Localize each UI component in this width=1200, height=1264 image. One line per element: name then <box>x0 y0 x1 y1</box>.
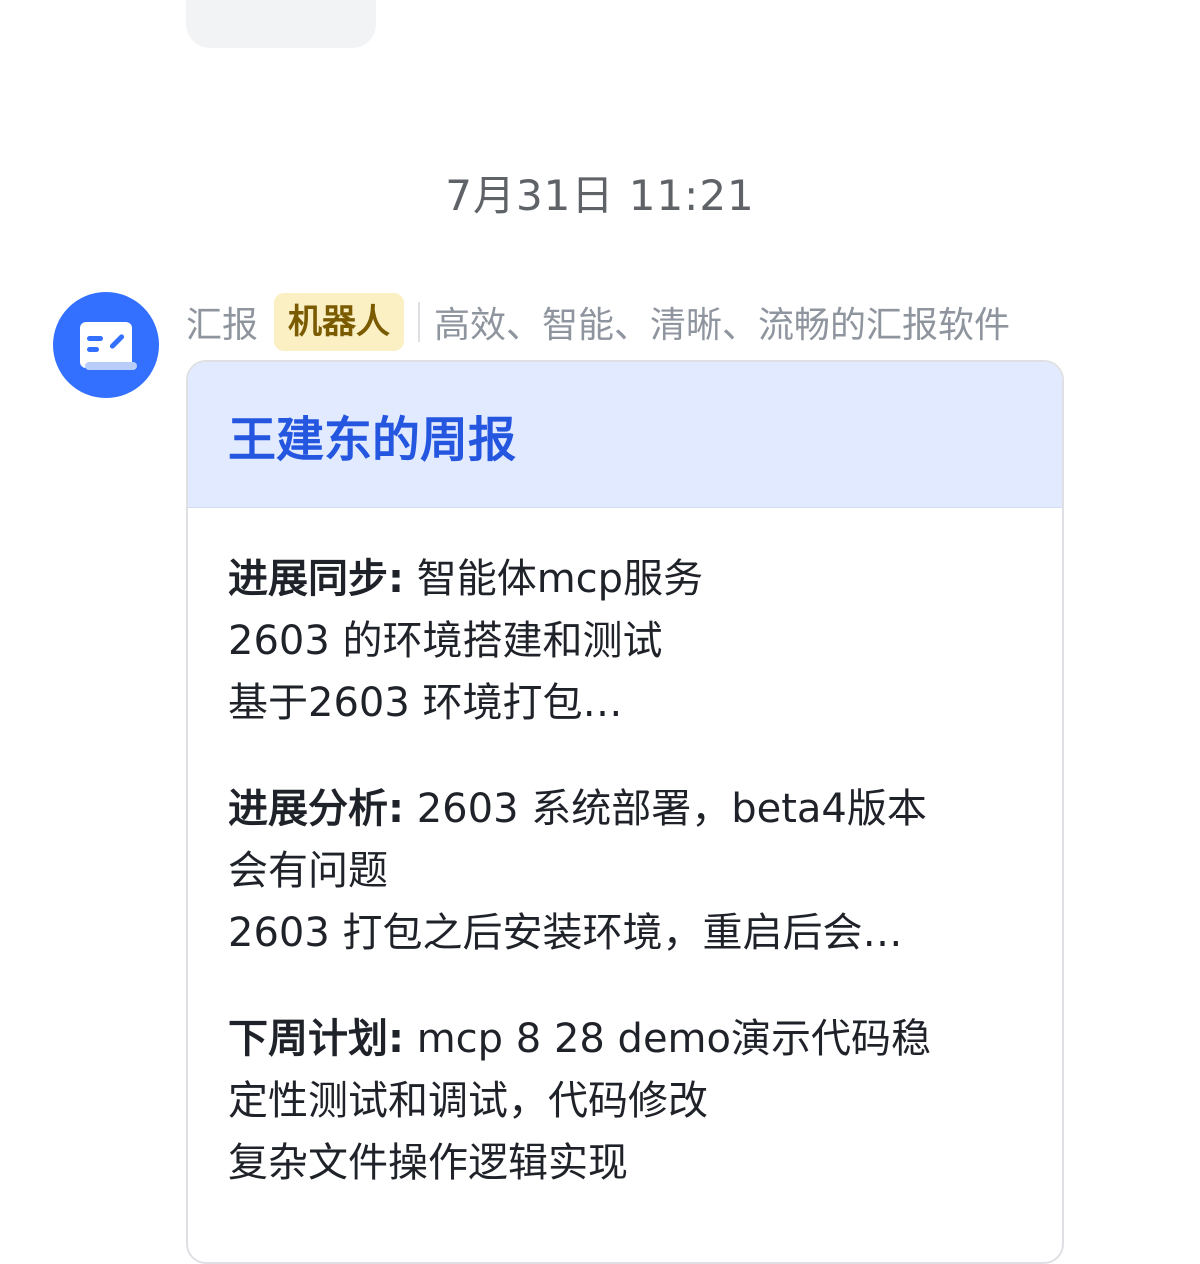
section-text: mcp 8 28 demo演示代码稳 <box>416 1016 931 1062</box>
sender-info: 汇报 机器人 高效、智能、清晰、流畅的汇报软件 <box>186 292 1010 352</box>
section-text: 2603 打包之后安装环境，重启后会… <box>228 910 903 956</box>
section-label: 下周计划: <box>228 1016 404 1062</box>
section-line: 进展分析: 2603 系统部署，beta4版本 <box>228 778 1022 840</box>
card-title: 王建东的周报 <box>228 411 517 468</box>
section-label: 进展分析: <box>228 786 404 832</box>
section-text: 智能体mcp服务 <box>416 556 704 602</box>
message-timestamp: 7月31日 11:21 <box>445 171 755 220</box>
sender-name[interactable]: 汇报 <box>186 296 258 348</box>
report-card[interactable]: 王建东的周报 进展同步: 智能体mcp服务 2603 的环境搭建和测试 基于26… <box>186 360 1064 1264</box>
section-text: 基于2603 环境打包… <box>228 680 623 726</box>
previous-message-bubble[interactable] <box>186 0 376 48</box>
card-body: 进展同步: 智能体mcp服务 2603 的环境搭建和测试 基于2603 环境打包… <box>188 508 1062 1194</box>
report-app-icon <box>80 322 137 370</box>
section-text: 定性测试和调试，代码修改 <box>228 1078 708 1124</box>
section-progress-sync: 进展同步: 智能体mcp服务 2603 的环境搭建和测试 基于2603 环境打包… <box>228 548 1022 734</box>
sender-description: 高效、智能、清晰、流畅的汇报软件 <box>434 305 1011 346</box>
section-text: 2603 系统部署，beta4版本 <box>416 786 927 832</box>
bot-avatar[interactable] <box>53 292 159 398</box>
section-next-week-plan: 下周计划: mcp 8 28 demo演示代码稳 定性测试和调试，代码修改 复杂… <box>228 1008 1022 1194</box>
separator <box>418 302 421 342</box>
section-text: 2603 的环境搭建和测试 <box>228 618 663 664</box>
section-label: 进展同步: <box>228 556 404 602</box>
section-line: 下周计划: mcp 8 28 demo演示代码稳 <box>228 1008 1022 1070</box>
bot-badge: 机器人 <box>274 293 405 351</box>
section-text: 复杂文件操作逻辑实现 <box>228 1140 628 1186</box>
card-header: 王建东的周报 <box>188 362 1062 508</box>
section-line: 进展同步: 智能体mcp服务 <box>228 548 1022 610</box>
section-text: 会有问题 <box>228 848 388 894</box>
section-progress-analysis: 进展分析: 2603 系统部署，beta4版本 会有问题 2603 打包之后安装… <box>228 778 1022 964</box>
